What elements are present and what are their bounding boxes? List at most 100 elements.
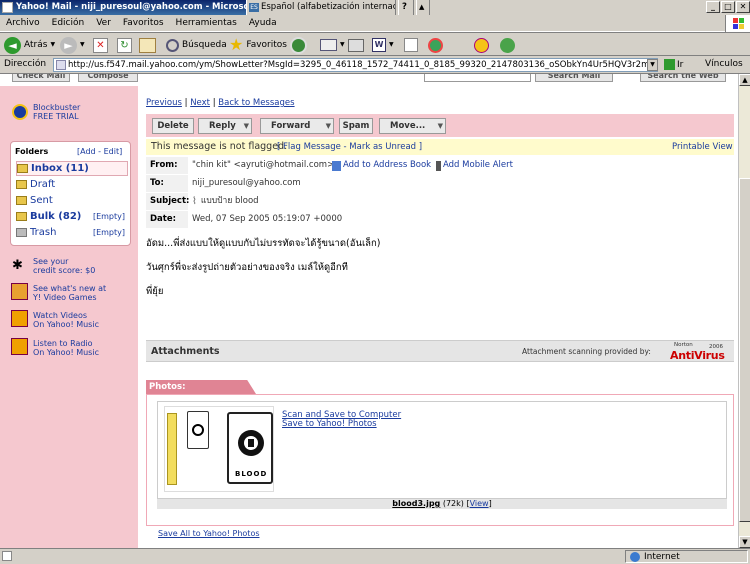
taskbar-arrow-button[interactable]: ▲ [416, 0, 430, 15]
listen-radio-link[interactable]: Listen to Radio On Yahoo! Music [33, 339, 99, 357]
spam-label: Spam [342, 121, 370, 131]
back-button[interactable]: ◄ Atrás ▼ [4, 35, 55, 55]
folder-inbox[interactable]: Inbox (11) [16, 161, 128, 176]
page-content: Check Mail Compose Search Mail Search th… [0, 74, 738, 548]
sidebar: Blockbuster FREE TRIAL Folders [Add - Ed… [0, 86, 138, 548]
next-link[interactable]: Next [190, 98, 210, 108]
msn-button[interactable] [500, 35, 515, 55]
help-button[interactable]: ? [398, 0, 414, 15]
inbox-folder-icon [17, 164, 28, 173]
window-title: Yahoo! Mail - niji_puresoul@yahoo.com - … [16, 2, 246, 12]
photo-filename[interactable]: blood3.jpg [392, 499, 440, 508]
maximize-button[interactable]: □ [721, 1, 735, 13]
forward-arrow-icon: ► [60, 36, 77, 54]
menu-archivo[interactable]: Archivo [0, 15, 46, 32]
watch-videos-link[interactable]: Watch Videos On Yahoo! Music [33, 311, 99, 329]
search-button[interactable]: Búsqueda [166, 35, 227, 55]
move-label: Move... [390, 121, 426, 131]
video-games-link[interactable]: See what's new at Y! Video Games [33, 284, 106, 302]
url-input[interactable]: http://us.f547.mail.yahoo.com/ym/ShowLet… [53, 58, 658, 72]
credit-score-link[interactable]: See your credit score: $0 [33, 257, 95, 275]
close-button[interactable]: ✕ [736, 1, 750, 13]
research-button[interactable] [428, 35, 443, 55]
forward-button[interactable]: ► ▼ [60, 35, 85, 55]
menu-edicion[interactable]: Edición [46, 15, 91, 32]
menu-herramientas[interactable]: Herramientas [170, 15, 243, 32]
folder-trash[interactable]: Trash [Empty] [16, 225, 128, 240]
vertical-scrollbar[interactable]: ▲ ▼ [738, 74, 750, 548]
back-to-messages-link[interactable]: Back to Messages [218, 98, 294, 108]
photos-title: Photos: [149, 382, 186, 392]
save-all-link[interactable]: Save All to Yahoo! Photos [158, 529, 260, 538]
taskbar-language-tab[interactable]: ES Español (alfabetización internacional… [246, 0, 396, 15]
from-label: From: [146, 157, 188, 174]
blockbuster-promo[interactable]: Blockbuster FREE TRIAL [33, 103, 80, 121]
folder-sent[interactable]: Sent [16, 193, 128, 208]
attachments-bar: Attachments Attachment scanning provided… [146, 340, 734, 362]
empty-bulk-link[interactable]: [Empty] [93, 212, 125, 221]
forward-message-button[interactable]: Forward ▼ [260, 118, 334, 134]
to-value: niji_puresoul@yahoo.com [192, 178, 301, 188]
previous-link[interactable]: Previous [146, 98, 182, 108]
discuss-button[interactable] [404, 35, 418, 55]
reply-button[interactable]: Reply ▼ [198, 118, 252, 134]
add-mobile-alert-link[interactable]: Add Mobile Alert [436, 157, 513, 174]
home-button[interactable] [139, 35, 156, 55]
go-label: Ir [677, 59, 684, 70]
chevron-down-icon: ▼ [243, 122, 249, 130]
menu-favoritos[interactable]: Favoritos [117, 15, 170, 32]
message-nav: Previous | Next | Back to Messages [146, 98, 295, 108]
delete-button[interactable]: Delete [152, 118, 194, 134]
logo-text: BLOOD [235, 470, 268, 478]
folder-bulk[interactable]: Bulk (82) [Empty] [16, 209, 128, 224]
check-mail-button[interactable]: Check Mail [12, 74, 70, 82]
folder-label: Bulk (82) [30, 211, 82, 222]
link-line2: On Yahoo! Music [33, 348, 99, 357]
flag-message-link[interactable]: [ Flag Message - Mark as Unread ] [277, 142, 422, 152]
mail-button[interactable]: ▼ [320, 35, 345, 55]
date-label: Date: [146, 211, 188, 228]
url-dropdown-button[interactable]: ▼ [647, 59, 658, 71]
folder-draft[interactable]: Draft [16, 177, 128, 192]
menu-ver[interactable]: Ver [90, 15, 117, 32]
scroll-up-button[interactable]: ▲ [739, 74, 750, 86]
edit-folders-link[interactable]: Edit [104, 147, 120, 156]
go-button[interactable]: Ir [664, 59, 683, 70]
search-mail-button[interactable]: Search Mail [535, 74, 613, 82]
stop-button[interactable]: ✕ [93, 35, 108, 55]
minimize-button[interactable]: _ [706, 1, 720, 13]
favorites-button[interactable]: ★ Favoritos [229, 35, 287, 55]
messenger-button[interactable] [474, 35, 489, 55]
window-title-active[interactable]: Yahoo! Mail - niji_puresoul@yahoo.com - … [0, 0, 246, 15]
history-button[interactable] [290, 35, 307, 55]
logo-b [248, 439, 254, 447]
zone-panel: Internet [625, 550, 748, 563]
spam-button[interactable]: Spam [339, 118, 373, 134]
home-icon [139, 37, 156, 53]
spider-icon: ✱ [12, 258, 23, 273]
save-yahoo-photos-link[interactable]: Save to Yahoo! Photos [282, 419, 377, 429]
forward-label: Forward [271, 121, 311, 131]
edit-word-button[interactable]: W ▼ [372, 35, 394, 55]
links-label[interactable]: Vínculos [705, 59, 743, 69]
view-link[interactable]: View [470, 499, 489, 508]
move-button[interactable]: Move... ▼ [379, 118, 446, 134]
menu-ayuda[interactable]: Ayuda [243, 15, 283, 32]
add-folder-link[interactable]: Add [80, 147, 96, 156]
link-line1: Watch Videos [33, 311, 88, 320]
photo-thumbnail[interactable]: BLOOD [164, 406, 274, 492]
printable-view-link[interactable]: Printable View [672, 142, 733, 152]
refresh-button[interactable]: ↻ [117, 35, 132, 55]
msn-messenger-icon [500, 37, 515, 53]
compose-button[interactable]: Compose [78, 74, 138, 82]
scroll-down-button[interactable]: ▼ [739, 536, 750, 548]
status-bar: Internet [0, 548, 750, 563]
empty-trash-link[interactable]: [Empty] [93, 228, 125, 237]
search-field[interactable] [424, 74, 531, 82]
print-button[interactable] [348, 35, 364, 55]
toolbar: ◄ Atrás ▼ ► ▼ ✕ ↻ Búsqueda ★ Favoritos ▼… [0, 32, 750, 56]
search-web-button[interactable]: Search the Web [640, 74, 726, 82]
add-address-book-link[interactable]: Add to Address Book [332, 157, 431, 174]
photos-tab: Photos: [146, 380, 256, 394]
scroll-thumb[interactable] [739, 178, 750, 522]
